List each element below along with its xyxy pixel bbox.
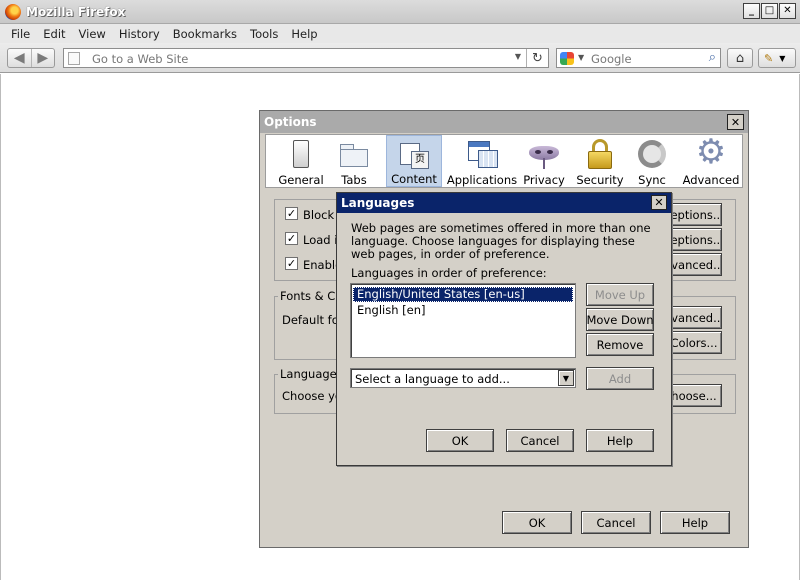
maximize-button[interactable]: □	[761, 3, 778, 19]
add-button[interactable]: Add	[586, 367, 654, 390]
languages-cancel-button[interactable]: Cancel	[506, 429, 574, 452]
exceptions-button-2[interactable]: ceptions...	[666, 228, 722, 251]
search-input[interactable]: Google	[591, 52, 632, 66]
add-language-select-value: Select a language to add...	[355, 372, 510, 386]
page-icon	[68, 52, 80, 65]
languages-title: Languages	[341, 196, 415, 210]
remove-button[interactable]: Remove	[586, 333, 654, 356]
applications-icon	[466, 138, 498, 168]
languages-listbox[interactable]: English/United States [en-us] English [e…	[350, 283, 576, 358]
menu-bookmarks[interactable]: Bookmarks	[167, 27, 244, 41]
pane-sync[interactable]: Sync	[634, 135, 670, 187]
addon-icon: ✎	[764, 51, 774, 65]
pane-content[interactable]: 页 Content	[386, 135, 442, 187]
move-up-button[interactable]: Move Up	[586, 283, 654, 306]
pane-security[interactable]: Security	[576, 135, 624, 187]
navigation-toolbar: ◀ ▶ Go to a Web Site ▼ ↻ ▼ Google ⌕ ⌂ ✎ …	[0, 43, 800, 73]
firefox-titlebar: Mozilla Firefox _ □ ✕	[0, 0, 800, 24]
minimize-button[interactable]: _	[743, 3, 760, 19]
languages-close-button[interactable]: ✕	[651, 195, 667, 210]
window-controls: _ □ ✕	[743, 3, 796, 19]
pane-advanced-label: Advanced	[682, 173, 740, 187]
pane-security-label: Security	[576, 173, 624, 187]
gear-icon: ⚙	[695, 132, 727, 172]
fonts-advanced-button[interactable]: dvanced...	[666, 306, 722, 329]
pane-tabs-label: Tabs	[341, 173, 367, 187]
pane-applications-label: Applications	[446, 173, 518, 187]
pane-privacy-label: Privacy	[523, 173, 565, 187]
back-forward-group: ◀ ▶	[7, 48, 55, 68]
language-list-item[interactable]: English/United States [en-us]	[353, 287, 573, 302]
tabs-icon	[338, 138, 370, 167]
languages-description: Web pages are sometimes offered in more …	[351, 221, 651, 261]
search-engine-dropdown-icon[interactable]: ▼	[578, 53, 584, 62]
menu-file[interactable]: File	[5, 27, 37, 41]
pane-general-label: General	[278, 173, 324, 187]
menu-edit[interactable]: Edit	[37, 27, 72, 41]
colors-button[interactable]: Colors...	[666, 331, 722, 354]
reload-icon[interactable]: ↻	[526, 49, 548, 67]
checkbox-enable-javascript[interactable]: ✓	[285, 257, 298, 270]
options-close-button[interactable]: ✕	[727, 114, 744, 130]
url-bar[interactable]: Go to a Web Site ▼ ↻	[63, 48, 549, 68]
options-title: Options	[264, 115, 317, 129]
home-button[interactable]: ⌂	[727, 48, 753, 68]
languages-legend: Languages	[278, 367, 345, 381]
languages-help-button[interactable]: Help	[586, 429, 654, 452]
close-window-button[interactable]: ✕	[779, 3, 796, 19]
url-history-dropdown-icon[interactable]: ▼	[515, 52, 521, 61]
content-icon: 页	[398, 139, 430, 169]
languages-list-label: Languages in order of preference:	[351, 266, 547, 280]
add-language-select[interactable]: Select a language to add... ▼	[350, 368, 576, 388]
language-list-item[interactable]: English [en]	[353, 303, 573, 318]
sync-icon	[636, 138, 668, 168]
menu-tools[interactable]: Tools	[244, 27, 285, 41]
languages-titlebar: Languages ✕	[337, 193, 671, 213]
languages-ok-button[interactable]: OK	[426, 429, 494, 452]
pane-sync-label: Sync	[638, 173, 666, 187]
home-icon: ⌂	[735, 50, 745, 66]
search-bar[interactable]: ▼ Google ⌕	[556, 48, 721, 68]
search-magnifier-icon[interactable]: ⌕	[709, 50, 716, 65]
menu-view[interactable]: View	[73, 27, 113, 41]
menu-bar: File Edit View History Bookmarks Tools H…	[0, 24, 800, 43]
back-arrow-icon[interactable]: ◀	[8, 49, 32, 67]
exceptions-button-1[interactable]: ceptions...	[666, 203, 722, 226]
options-help-button[interactable]: Help	[660, 511, 730, 534]
addon-toolbar-button[interactable]: ✎ ▼	[758, 48, 796, 68]
pane-tabs[interactable]: Tabs	[334, 135, 374, 187]
pane-applications[interactable]: Applications	[446, 135, 518, 187]
forward-arrow-icon[interactable]: ▶	[32, 49, 55, 67]
google-engine-icon[interactable]	[560, 52, 574, 65]
url-input[interactable]: Go to a Web Site	[92, 52, 188, 66]
privacy-mask-icon	[528, 138, 560, 169]
pane-content-label: Content	[391, 172, 437, 186]
general-icon	[285, 138, 317, 168]
advanced-js-button[interactable]: dvanced...	[666, 253, 722, 276]
checkbox-load-images[interactable]: ✓	[285, 232, 298, 245]
checkbox-block-popups[interactable]: ✓	[285, 207, 298, 220]
languages-dialog: Languages ✕ Web pages are sometimes offe…	[336, 192, 672, 466]
select-dropdown-arrow-icon[interactable]: ▼	[558, 370, 574, 386]
menu-help[interactable]: Help	[285, 27, 324, 41]
options-cancel-button[interactable]: Cancel	[581, 511, 651, 534]
menu-history[interactable]: History	[113, 27, 167, 41]
options-pane-toolbar: General Tabs 页 Content Applications Priv…	[265, 134, 743, 188]
pane-advanced[interactable]: ⚙ Advanced	[682, 132, 740, 187]
options-ok-button[interactable]: OK	[502, 511, 572, 534]
padlock-icon	[584, 138, 616, 169]
firefox-logo-icon	[5, 4, 21, 20]
choose-language-button[interactable]: hoose...	[666, 384, 722, 407]
pane-privacy[interactable]: Privacy	[523, 135, 565, 187]
addon-dropdown-icon[interactable]: ▼	[779, 54, 785, 63]
window-title: Mozilla Firefox	[26, 5, 126, 19]
move-down-button[interactable]: Move Down	[586, 308, 654, 331]
pane-general[interactable]: General	[278, 135, 324, 187]
options-titlebar: Options ✕	[260, 111, 748, 133]
